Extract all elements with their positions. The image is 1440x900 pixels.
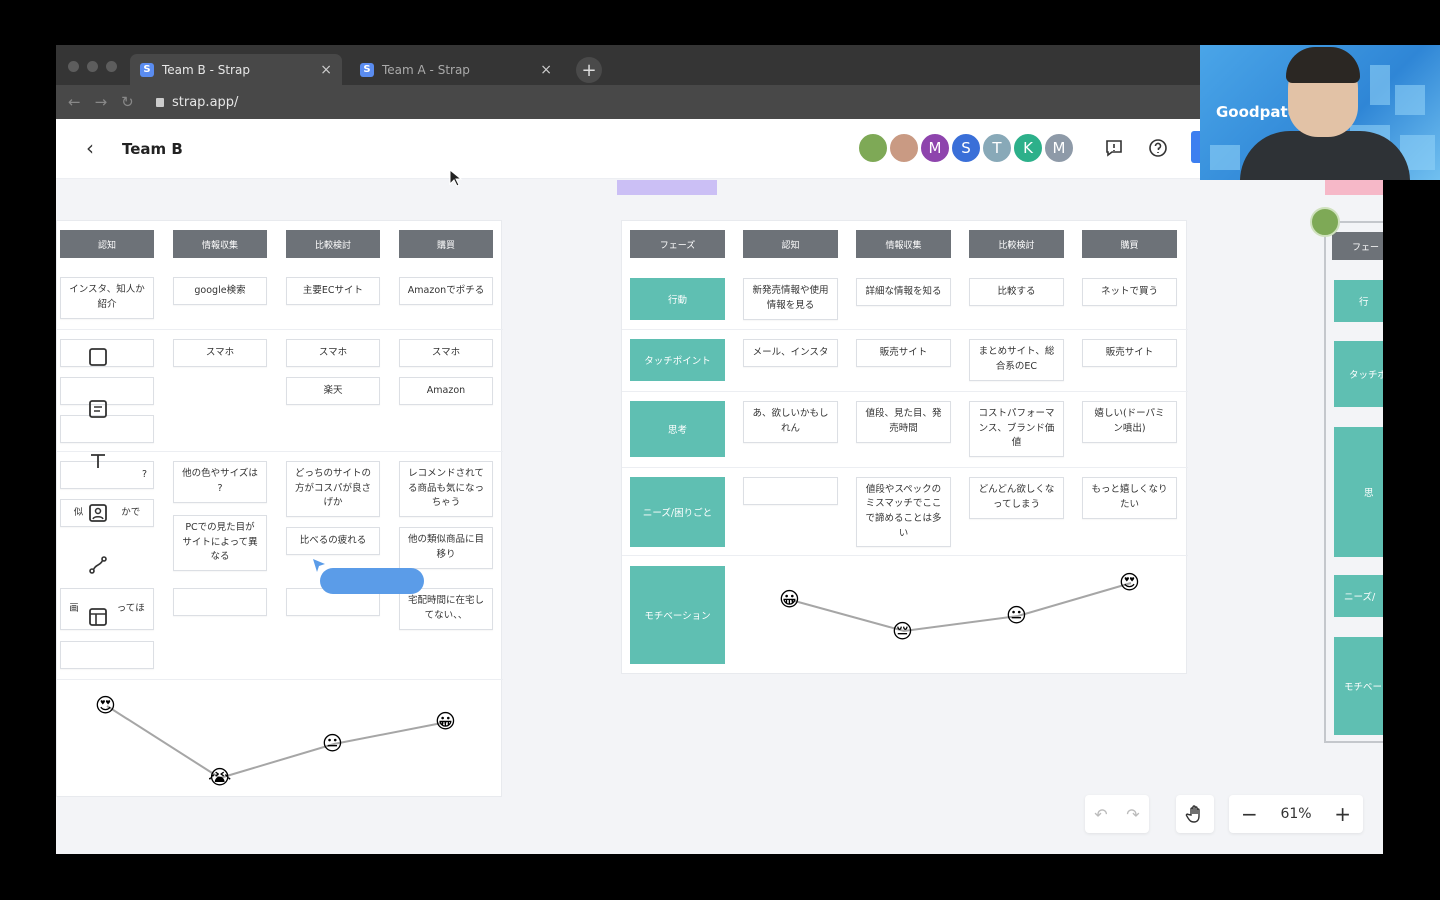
grinning-emoji-icon[interactable]: 😀	[435, 711, 456, 731]
help-icon[interactable]	[1147, 137, 1169, 159]
close-tab-icon[interactable]: ×	[320, 62, 332, 78]
sticky-card[interactable]: 主要ECサイト	[286, 277, 380, 305]
reload-icon[interactable]: ↻	[121, 93, 134, 111]
journey-board-left[interactable]: 認知 情報収集 比較検討 購買 インスタ、知人か 紹介 google検索 主要E…	[56, 220, 503, 797]
back-arrow-icon[interactable]: ←	[68, 93, 81, 111]
page-title: Team B	[122, 140, 183, 158]
hand-icon	[1185, 805, 1200, 823]
journey-board-right[interactable]: フェーズ 認知 情報収集 比較検討 購買 行動 新発売情報や使用 情報を見る 詳細な情報を知る…	[621, 220, 1188, 674]
collaborator-avatars: MSTKM	[857, 132, 1075, 164]
redo-icon[interactable]: ↷	[1126, 805, 1139, 824]
avatar[interactable]: K	[1012, 132, 1044, 164]
text-tool-icon[interactable]	[85, 448, 111, 474]
neutral-emoji-icon[interactable]: 😐	[1006, 605, 1027, 625]
sticky-card[interactable]: PCでの見た目が サイトによって異 なる	[173, 515, 267, 571]
collaborator-cursor-label	[320, 568, 424, 594]
sticky-card[interactable]: スマホ	[173, 339, 267, 367]
sticky-card[interactable]: Amazon	[399, 377, 493, 405]
avatar[interactable]: M	[1043, 132, 1075, 164]
tab-label: Team B - Strap	[162, 62, 250, 77]
emotion-curve	[106, 705, 448, 780]
tab-team-a[interactable]: S Team A - Strap ×	[350, 54, 562, 85]
sticky-card[interactable]: 比べるの疲れる	[286, 527, 380, 555]
column-header[interactable]: 比較検討	[286, 230, 380, 258]
app-header: ‹ Team B MSTKM	[56, 119, 1383, 179]
zoom-controls: − 61% +	[1229, 795, 1363, 833]
avatar[interactable]	[888, 132, 920, 164]
mouse-cursor-icon	[449, 169, 463, 187]
tab-label: Team A - Strap	[382, 62, 470, 77]
hand-tool-button[interactable]	[1176, 795, 1214, 833]
row-label[interactable]: タッチボ	[1334, 341, 1383, 407]
image-tool-icon[interactable]	[85, 500, 111, 526]
chevron-left-icon[interactable]: ‹	[86, 136, 94, 160]
row-label[interactable]: ニーズ/	[1334, 575, 1383, 617]
sticky-note-tool-icon[interactable]	[85, 396, 111, 422]
avatar[interactable]: M	[919, 132, 951, 164]
row-label[interactable]: モチベー	[1334, 637, 1383, 735]
sad-emoji-icon[interactable]: 😔	[892, 621, 913, 641]
row-label[interactable]: 思	[1334, 427, 1383, 557]
zoom-in-button[interactable]: +	[1334, 802, 1351, 826]
row-divider	[57, 451, 503, 452]
zoom-out-button[interactable]: −	[1241, 802, 1258, 826]
close-tab-icon[interactable]: ×	[540, 62, 552, 78]
sticky-card[interactable]: Amazonでポチる	[399, 277, 493, 305]
sticky-card[interactable]: 他の色やサイズは ?	[173, 461, 267, 503]
strap-favicon-icon: S	[360, 62, 374, 77]
history-controls: ↶ ↷	[1085, 795, 1149, 833]
sticky-card[interactable]: インスタ、知人か 紹介	[60, 277, 154, 319]
canvas-toolbar	[78, 337, 120, 633]
love-emoji-icon[interactable]: 😍	[1119, 572, 1140, 592]
grinning-emoji-icon[interactable]: 😀	[779, 589, 800, 609]
strap-favicon-icon: S	[140, 62, 154, 77]
tab-bar: S Team B - Strap × S Team A - Strap × +	[56, 45, 1383, 85]
row-divider	[57, 329, 503, 330]
column-header[interactable]: フェー	[1332, 232, 1383, 260]
column-header[interactable]: 情報収集	[173, 230, 267, 258]
lock-icon	[156, 97, 164, 107]
row-label[interactable]: 行	[1334, 280, 1383, 322]
connector-tool-icon[interactable]	[85, 552, 111, 578]
video-call-overlay: Goodpatch	[1200, 45, 1440, 180]
sticky-card[interactable]: 楽天	[286, 377, 380, 405]
new-tab-button[interactable]: +	[576, 57, 602, 83]
sticky-card[interactable]: スマホ	[399, 339, 493, 367]
person-shirt	[1240, 131, 1410, 180]
love-emoji-icon[interactable]: 😍	[95, 695, 116, 715]
column-header[interactable]: 購買	[399, 230, 493, 258]
url-text[interactable]: strap.app/	[172, 95, 238, 110]
forward-arrow-icon[interactable]: →	[95, 93, 108, 111]
sticky-card[interactable]	[173, 588, 267, 616]
browser-window: S Team B - Strap × S Team A - Strap × + …	[56, 45, 1383, 854]
sticky-card[interactable]: レコメンドされて る商品も気になっ ちゃう	[399, 461, 493, 517]
sticky-card[interactable]	[60, 641, 154, 669]
column-header[interactable]: 認知	[60, 230, 154, 258]
window-controls[interactable]	[68, 61, 117, 72]
template-tool-icon[interactable]	[85, 604, 111, 630]
sticky-card[interactable]: google検索	[173, 277, 267, 305]
avatar[interactable]	[857, 132, 889, 164]
address-bar: ← → ↻ strap.app/	[56, 85, 1383, 119]
sticky-note[interactable]	[617, 180, 717, 195]
undo-icon[interactable]: ↶	[1094, 805, 1107, 824]
journey-board-far[interactable]: フェー 行 タッチボ 思 ニーズ/ モチベー	[1324, 221, 1383, 743]
emotion-curve	[790, 582, 1132, 633]
sticky-card[interactable]: どっちのサイトの 方がコスパが良さ げか	[286, 461, 380, 517]
sticky-note[interactable]	[1325, 180, 1383, 195]
sticky-card[interactable]: 宅配時間に在宅し てない、、	[399, 588, 493, 630]
avatar[interactable]: T	[981, 132, 1013, 164]
tab-team-b[interactable]: S Team B - Strap ×	[130, 54, 342, 85]
row-divider	[57, 679, 503, 680]
crying-emoji-icon[interactable]: 😭	[208, 767, 231, 787]
sticky-card[interactable]: スマホ	[286, 339, 380, 367]
zoom-level: 61%	[1280, 806, 1312, 822]
shape-tool-icon[interactable]	[85, 344, 111, 370]
sticky-card[interactable]: 他の類似商品に目 移り	[399, 527, 493, 569]
neutral-emoji-icon[interactable]: 😐	[322, 733, 343, 753]
feedback-icon[interactable]	[1103, 137, 1125, 159]
avatar[interactable]: S	[950, 132, 982, 164]
avatar[interactable]	[1310, 207, 1340, 237]
